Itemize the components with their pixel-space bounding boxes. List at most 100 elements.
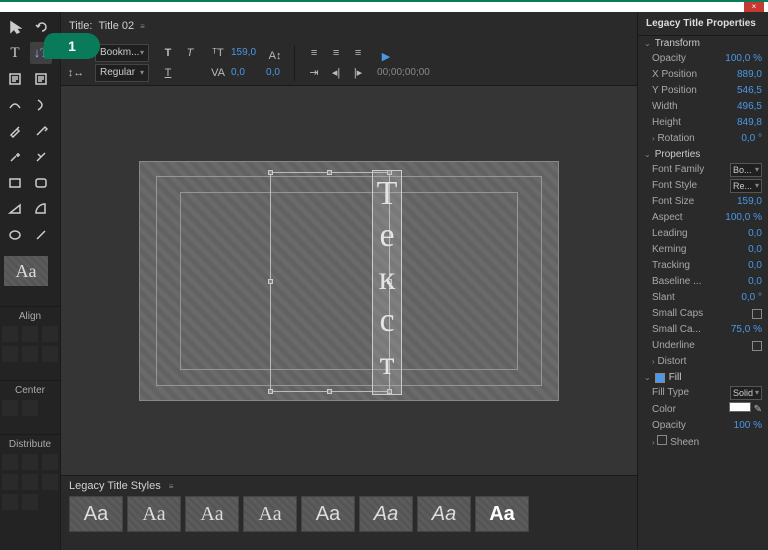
selection-tool[interactable] bbox=[4, 16, 26, 38]
aspect-value[interactable]: 100,0 % bbox=[725, 211, 762, 225]
italic-button[interactable]: T bbox=[181, 44, 199, 62]
properties-section[interactable]: ⌄Properties bbox=[638, 147, 768, 162]
align-bottom[interactable] bbox=[42, 346, 58, 362]
style-swatch[interactable]: Aa bbox=[359, 496, 413, 532]
rotate-icon bbox=[34, 20, 48, 34]
fontsize-value[interactable]: 159,0 bbox=[737, 195, 762, 209]
vpath-text-icon bbox=[34, 98, 48, 112]
pen-tool[interactable] bbox=[4, 120, 26, 142]
timecode[interactable]: 00;00;00;00 bbox=[377, 67, 430, 78]
align-right-button[interactable]: ≡ bbox=[349, 44, 367, 62]
style-swatch[interactable]: Aa bbox=[417, 496, 471, 532]
fontfamily-dropdown[interactable]: Bo...▾ bbox=[730, 163, 762, 177]
fill-color-chip[interactable] bbox=[729, 402, 751, 412]
style-swatch[interactable]: Aa bbox=[185, 496, 239, 532]
font-family-dropdown[interactable]: Bookm...▾ bbox=[95, 44, 149, 62]
leading-value[interactable]: 0,0 bbox=[748, 227, 762, 241]
text-box-icon bbox=[8, 72, 22, 86]
rectangle-tool[interactable] bbox=[4, 172, 26, 194]
title-name: Title 02 bbox=[98, 20, 134, 32]
kerning-icon: VA bbox=[209, 64, 227, 82]
font-size-value[interactable]: 159,0 bbox=[231, 47, 256, 58]
style-swatch[interactable]: Aa bbox=[301, 496, 355, 532]
kerning-value[interactable]: 0,0 bbox=[231, 67, 245, 78]
vertical-text-object[interactable]: Т е к с т bbox=[372, 170, 402, 395]
slant-value[interactable]: 0,0 ° bbox=[741, 291, 762, 305]
panel-menu-icon[interactable]: ≡ bbox=[169, 482, 174, 491]
ellipse-tool[interactable] bbox=[4, 224, 26, 246]
transform-section[interactable]: ⌄Transform bbox=[638, 36, 768, 51]
smallcaps-checkbox[interactable] bbox=[752, 309, 762, 319]
bold-button[interactable]: T bbox=[159, 44, 177, 62]
fill-opacity-value[interactable]: 100 % bbox=[734, 419, 762, 433]
dist-1[interactable] bbox=[2, 454, 18, 470]
fontfamily-label: Font Family bbox=[652, 163, 704, 177]
tracking-value[interactable]: 0,0 bbox=[748, 259, 762, 273]
dist-4[interactable] bbox=[2, 474, 18, 490]
window-close-button[interactable]: × bbox=[744, 2, 764, 12]
title-canvas[interactable]: Т е к с т bbox=[139, 161, 559, 401]
style-swatch[interactable]: Aa bbox=[475, 496, 529, 532]
next-frame-button[interactable]: |▸ bbox=[349, 64, 367, 82]
kerning-value[interactable]: 0,0 bbox=[748, 243, 762, 257]
align-left[interactable] bbox=[2, 326, 18, 342]
path-type-tool[interactable] bbox=[4, 94, 26, 116]
width-value[interactable]: 496,5 bbox=[737, 100, 762, 114]
fill-section[interactable]: ⌄ Fill bbox=[638, 370, 768, 385]
rotation-value[interactable]: 0,0 ° bbox=[741, 132, 762, 146]
center-h[interactable] bbox=[2, 400, 18, 416]
sheen-checkbox[interactable] bbox=[657, 435, 667, 445]
type-tool[interactable]: T bbox=[4, 42, 26, 64]
panel-menu-icon[interactable]: ≡ bbox=[140, 22, 145, 31]
center-panel: Title: Title 02 ≡ ▭ ↕↔ Bookm...▾ Regular… bbox=[60, 12, 638, 550]
style-swatch[interactable]: Aa bbox=[69, 496, 123, 532]
canvas-area[interactable]: Т е к с т bbox=[61, 86, 637, 475]
align-vcenter[interactable] bbox=[22, 346, 38, 362]
height-value[interactable]: 849,8 bbox=[737, 116, 762, 130]
ypos-value[interactable]: 546,5 bbox=[737, 84, 762, 98]
filltype-dropdown[interactable]: Solid▾ bbox=[730, 386, 762, 400]
tab-icon[interactable]: ⇥ bbox=[305, 64, 323, 82]
dist-3[interactable] bbox=[42, 454, 58, 470]
opacity-value[interactable]: 100,0 % bbox=[725, 52, 762, 66]
fontstyle-dropdown[interactable]: Re...▾ bbox=[730, 179, 762, 193]
center-v[interactable] bbox=[22, 400, 38, 416]
eyedropper-tool[interactable] bbox=[30, 120, 52, 142]
underline-checkbox[interactable] bbox=[752, 341, 762, 351]
rounded-rect-tool[interactable] bbox=[30, 172, 52, 194]
show-video-button[interactable]: ▶ bbox=[377, 47, 395, 65]
style-swatch[interactable]: Aa bbox=[127, 496, 181, 532]
area-type-tool[interactable] bbox=[4, 68, 26, 90]
add-anchor-tool[interactable] bbox=[4, 146, 26, 168]
ellipse-icon bbox=[8, 228, 22, 242]
align-hcenter[interactable] bbox=[22, 326, 38, 342]
tracking-label: Tracking bbox=[652, 259, 690, 273]
dist-2[interactable] bbox=[22, 454, 38, 470]
arc-tool[interactable] bbox=[30, 198, 52, 220]
dist-7[interactable] bbox=[2, 494, 18, 510]
align-left-button[interactable]: ≡ bbox=[305, 44, 323, 62]
width-label: Width bbox=[652, 100, 678, 114]
dist-6[interactable] bbox=[42, 474, 58, 490]
convert-anchor-tool[interactable] bbox=[30, 146, 52, 168]
prev-frame-button[interactable]: ◂| bbox=[327, 64, 345, 82]
dist-8[interactable] bbox=[22, 494, 38, 510]
font-style-dropdown[interactable]: Regular▾ bbox=[95, 64, 149, 82]
vertical-path-type-tool[interactable] bbox=[30, 94, 52, 116]
roll-crawl-icon[interactable]: ↕↔ bbox=[67, 64, 85, 82]
baseline-value[interactable]: 0,0 bbox=[748, 275, 762, 289]
style-swatch[interactable]: Aa bbox=[243, 496, 297, 532]
align-center-button[interactable]: ≡ bbox=[327, 44, 345, 62]
dist-5[interactable] bbox=[22, 474, 38, 490]
fill-enabled-checkbox[interactable] bbox=[655, 373, 665, 383]
align-right[interactable] bbox=[42, 326, 58, 342]
smallcapssize-value[interactable]: 75,0 % bbox=[731, 323, 762, 337]
leading-value[interactable]: 0,0 bbox=[266, 67, 280, 78]
wedge-tool[interactable] bbox=[4, 198, 26, 220]
eyedropper-icon[interactable]: ✎ bbox=[754, 404, 762, 415]
line-tool[interactable] bbox=[30, 224, 52, 246]
vertical-area-type-tool[interactable] bbox=[30, 68, 52, 90]
underline-button[interactable]: T bbox=[159, 64, 177, 82]
align-top[interactable] bbox=[2, 346, 18, 362]
xpos-value[interactable]: 889,0 bbox=[737, 68, 762, 82]
